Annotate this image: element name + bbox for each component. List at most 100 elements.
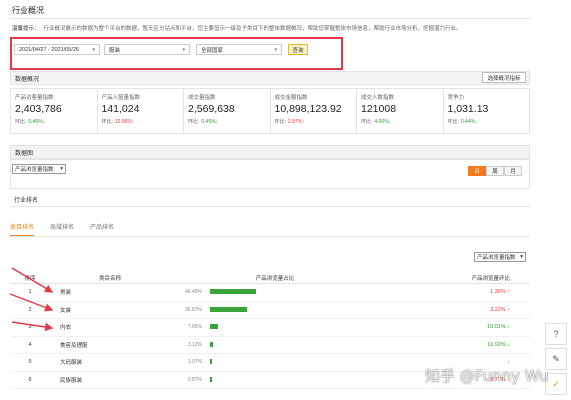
- row-category-name[interactable]: 大码服装: [50, 358, 170, 366]
- trend-metric-select[interactable]: 产品浏览量指数 ▾: [12, 164, 66, 174]
- ranking-sort-value: 产品浏览量指数: [477, 255, 516, 261]
- arrow-up-icon: ↑: [302, 119, 305, 125]
- metric-value: 10,898,123.92: [274, 103, 342, 115]
- help-icon[interactable]: ?: [545, 323, 567, 345]
- chevron-down-icon: ▾: [274, 46, 277, 53]
- region-value: 全部国家: [201, 47, 224, 54]
- metric-label: 竞争力: [447, 95, 465, 101]
- region-select[interactable]: 全部国家 ▾: [196, 44, 282, 55]
- row-category-name[interactable]: 民族服装: [50, 376, 170, 384]
- column-header-share: 产品浏览量占比: [255, 275, 295, 282]
- metric-value: 2,569,638: [188, 103, 235, 115]
- notice-text: 温馨提示： 行业概况展示的数据为整个平台的数据，暂无区分站点和平台，您主要显示一级…: [12, 24, 462, 32]
- notice-label: 温馨提示：: [12, 26, 40, 32]
- query-button[interactable]: 查询: [288, 44, 308, 55]
- row-change-value: 1.30%: [490, 289, 506, 296]
- category-select[interactable]: 服装 ▾: [104, 44, 190, 55]
- metric-change: 环比: 4.06%↓: [361, 118, 439, 125]
- notice-body: 行业概况展示的数据为整个平台的数据，暂无区分站点和平台，您主要显示一级及子类目下…: [43, 26, 462, 32]
- row-change-value: 3.22%: [490, 306, 506, 313]
- metric-change-value: 4.06%: [374, 119, 389, 125]
- metric-card: 竞争力 1,031.13 环比: 0.44%↓: [444, 89, 530, 133]
- period-day-button[interactable]: 日: [468, 166, 486, 176]
- row-share-bar: [210, 359, 212, 365]
- row-change: 3.22% ↑: [380, 307, 520, 313]
- metric-change-label: 环比:: [101, 119, 113, 125]
- chevron-down-icon: ▾: [520, 254, 523, 260]
- arrow-down-icon: ↓: [505, 324, 510, 331]
- row-share-bar-track: [210, 289, 380, 295]
- metric-value: 1,031.13: [447, 103, 489, 115]
- period-week-button[interactable]: 周: [486, 166, 504, 176]
- arrow-down-icon: ↓: [42, 119, 46, 125]
- pick-metrics-button[interactable]: 选择概况指标: [482, 72, 526, 83]
- metric-label: 成交量指数: [188, 95, 216, 101]
- table-row[interactable]: 1 男装 46.49% 1.30% ↑: [10, 284, 530, 302]
- arrow-to-row-2: [9, 293, 54, 312]
- metric-card: 产品访客量指数 2,403,786 环比: 0.45%↓: [11, 89, 98, 133]
- arrow-up-icon: ↑: [505, 289, 510, 296]
- metric-change-label: 环比:: [274, 119, 286, 125]
- row-change: 1.30% ↑: [380, 289, 520, 295]
- row-share-bar-track: [210, 359, 380, 365]
- table-row[interactable]: 4 美容及理服 3.12% 10.92% ↓: [10, 337, 530, 354]
- metric-change: 环比: 0.45%↓: [188, 118, 266, 125]
- metric-change-value: 12.06%: [114, 119, 132, 125]
- arrow-down-icon: ↓: [505, 341, 510, 348]
- column-header-change: 产品浏览量环比: [471, 275, 510, 282]
- ranking-heading: 行业排名: [10, 193, 530, 207]
- row-share-bar-track: [210, 341, 380, 348]
- metric-card: 成交金额指数 10,898,123.92 环比: 2.97%↑: [271, 89, 357, 133]
- period-toggle: 日 周 月: [468, 166, 522, 176]
- row-share-bar-track: [210, 376, 380, 383]
- tab-product-rank[interactable]: 产品排名: [90, 222, 114, 237]
- metric-change-label: 环比:: [361, 119, 373, 125]
- page-title: 行业概况: [12, 6, 44, 15]
- metric-change: 环比: 0.44%↓: [448, 118, 526, 125]
- metric-card: 成交量指数 2,569,638 环比: 0.45%↓: [184, 89, 271, 133]
- chevron-down-icon: ▾: [92, 46, 95, 53]
- metric-card: 产品入篮量指数 141,024 环比: 12.06%↑: [98, 89, 184, 133]
- category-value: 服装: [109, 47, 121, 54]
- metric-value: 141,024: [101, 103, 140, 115]
- row-share-pct: 46.49%: [185, 289, 202, 296]
- metric-label: 产品访客量指数: [15, 95, 54, 101]
- tabs-divider: [10, 236, 530, 237]
- row-share-bar-track: [210, 324, 380, 330]
- row-share-pct: 7.65%: [187, 324, 202, 331]
- arrow-up-icon: ↑: [505, 306, 510, 313]
- metric-value: 121008: [361, 103, 397, 115]
- metric-label: 成交人数指数: [361, 95, 395, 101]
- metric-change-label: 环比:: [447, 119, 459, 125]
- ranking-heading-text: 行业排名: [14, 198, 39, 204]
- row-share-pct: 1.07%: [187, 359, 202, 366]
- date-range-picker[interactable]: 2021/04/27 - 2021/05/26 ▾: [14, 44, 100, 55]
- row-share-bar-track: [210, 306, 380, 313]
- date-range-value: 2021/04/27 - 2021/05/26: [19, 46, 79, 53]
- row-change-value: 10.92%: [487, 341, 506, 348]
- arrow-up-icon: ↑: [131, 119, 135, 125]
- metric-label: 成交金额指数: [274, 95, 308, 101]
- arrow-down-icon: ↓: [215, 119, 219, 125]
- trend-chart-area: [10, 159, 530, 189]
- row-share-bar: [210, 324, 218, 330]
- metric-change-value: 0.44%: [460, 119, 476, 125]
- metrics-panel: 产品访客量指数 2,403,786 环比: 0.45%↓ 产品入篮量指数 141,…: [10, 88, 530, 134]
- row-change-value: 10.01%: [487, 324, 506, 331]
- tab-region-rank[interactable]: 局域排名: [50, 222, 74, 237]
- tab-category-rank[interactable]: 类目排名: [10, 222, 35, 237]
- metric-change: 环比: 12.06%↑: [102, 118, 180, 125]
- table-row[interactable]: 2 女装 36.87% 3.22% ↑: [10, 302, 530, 319]
- period-month-button[interactable]: 月: [504, 166, 522, 176]
- arrow-to-row-3: [11, 321, 54, 332]
- table-row[interactable]: 3 内衣 7.65% 10.01% ↓: [10, 319, 530, 337]
- watermark: 知乎 @Funny Wu: [425, 367, 549, 385]
- arrow-to-row-1: [11, 267, 54, 293]
- title-divider: [10, 18, 531, 19]
- row-rank: 5: [28, 359, 32, 366]
- metric-card: 成交人数指数 121008 环比: 4.06%↓: [357, 89, 444, 133]
- ranking-sort-select[interactable]: 产品浏览量指数 ▾: [474, 252, 526, 262]
- metric-change-label: 环比:: [15, 119, 27, 125]
- annotation-arrows: [9, 267, 54, 332]
- row-share-pct: 0.87%: [187, 376, 202, 383]
